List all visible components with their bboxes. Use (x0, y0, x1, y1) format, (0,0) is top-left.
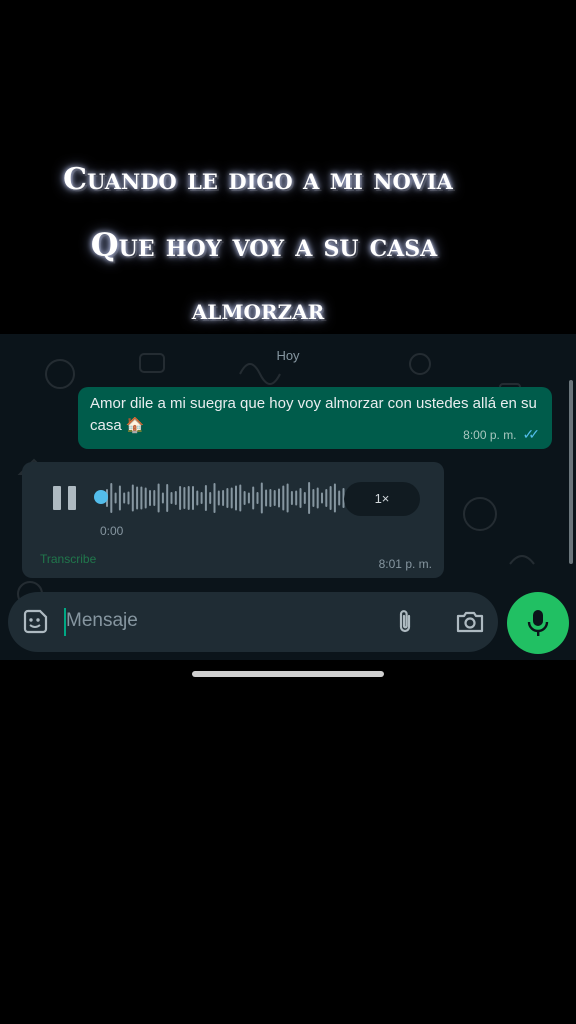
waveform-bar (312, 489, 315, 507)
voice-message-time: 8:01 p. m. (378, 557, 432, 571)
waveform-bar (338, 490, 341, 506)
waveform-bar (256, 492, 259, 504)
waveform-bar (265, 489, 268, 507)
chat-screen: Hoy Amor dile a mi suegra que hoy voy al… (0, 334, 576, 660)
double-check-read-icon: ✓✓ (522, 426, 541, 442)
sticker-icon[interactable] (21, 608, 49, 636)
waveform-bar (252, 486, 255, 510)
waveform-bar (295, 490, 298, 506)
waveform-bar (179, 486, 182, 510)
waveform-bar (123, 492, 126, 504)
outgoing-message-meta: 8:00 p. m. ✓✓ (463, 426, 540, 443)
waveform-bar (299, 488, 302, 508)
waveform-bar (161, 492, 164, 504)
voice-message-bubble[interactable]: 1× 0:00 Transcribe 8:01 p. m. (22, 462, 444, 578)
waveform-bar (321, 492, 323, 504)
transcribe-link[interactable]: Transcribe (40, 552, 96, 566)
waveform-bar (192, 486, 194, 510)
camera-icon[interactable] (455, 609, 485, 635)
waveform-bar (118, 485, 121, 511)
waveform-bar (166, 484, 169, 512)
waveform-bar (196, 490, 199, 506)
waveform-bar (200, 492, 203, 504)
waveform-bar (136, 486, 139, 510)
waveform-bar (329, 486, 332, 510)
waveform-bar (316, 487, 319, 509)
meme-caption-line-2: Que hoy voy a su casa (90, 226, 438, 264)
waveform-bar (222, 490, 225, 506)
outgoing-message-bubble[interactable]: Amor dile a mi suegra que hoy voy almorz… (78, 387, 552, 449)
waveform-bar (308, 482, 311, 514)
waveform-bar (273, 490, 276, 506)
waveform-bar (157, 483, 160, 513)
waveform-bar (303, 492, 306, 504)
waveform-bar (235, 485, 237, 511)
waveform-bar (325, 489, 328, 507)
waveform-bar (140, 486, 143, 510)
waveform-bar (144, 487, 147, 509)
pause-icon[interactable] (52, 484, 78, 512)
waveform-bar (278, 488, 280, 508)
waveform-bar (174, 491, 177, 505)
voice-message-duration: 0:00 (100, 524, 124, 538)
date-divider: Hoy (276, 348, 300, 363)
waveform-bar (260, 482, 263, 514)
waveform-bar (149, 490, 151, 506)
message-composer[interactable]: Mensaje (8, 592, 498, 652)
attach-icon[interactable] (392, 608, 418, 636)
waveform-bar (127, 491, 130, 505)
message-input[interactable]: Mensaje (66, 610, 138, 632)
waveform-bar (153, 490, 156, 506)
mic-icon (527, 610, 549, 636)
waveform-bar (243, 491, 246, 505)
waveform-bar (204, 485, 207, 511)
playback-position-handle[interactable] (94, 490, 108, 504)
outgoing-message-time: 8:00 p. m. (463, 427, 517, 442)
waveform-bar (170, 492, 173, 504)
waveform-bar (286, 483, 289, 513)
waveform-bar (209, 492, 212, 504)
waveform-bar (114, 492, 117, 504)
waveform-bar (333, 483, 336, 513)
waveform-bar (247, 492, 250, 504)
waveform-bar (230, 487, 233, 509)
home-indicator[interactable] (192, 671, 384, 677)
waveform-bar (131, 484, 134, 512)
meme-caption-line-3: almorzar (191, 292, 325, 326)
chat-scrollbar[interactable] (569, 380, 573, 564)
playback-speed-button[interactable]: 1× (344, 482, 420, 516)
meme-caption-line-1: Cuando le digo a mi novia (63, 162, 453, 197)
waveform-bar (226, 488, 229, 508)
waveform-bar (183, 487, 186, 509)
waveform-bar (239, 484, 242, 512)
waveform-bar (290, 491, 293, 505)
mic-button[interactable] (507, 592, 569, 654)
waveform-bar (217, 490, 220, 506)
waveform-bar (282, 485, 285, 511)
waveform-bar (110, 483, 113, 513)
audio-waveform[interactable] (102, 478, 352, 518)
waveform-bar (187, 486, 190, 510)
waveform-bar (213, 483, 216, 513)
waveform-bar (269, 489, 272, 507)
